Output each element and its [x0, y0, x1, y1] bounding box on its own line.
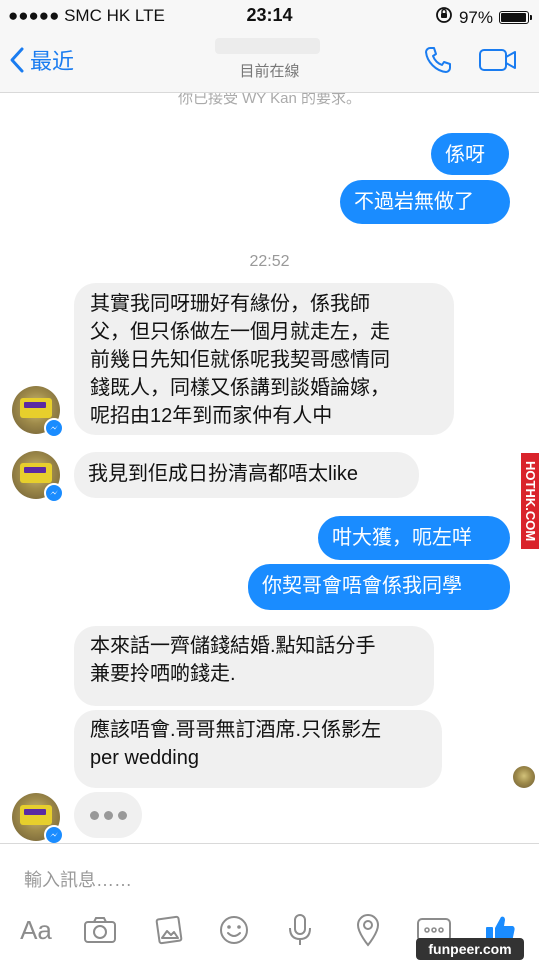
- message-line: 其實我同呀珊好有緣份，係我師: [90, 293, 370, 315]
- camera-icon: [84, 917, 116, 943]
- battery-icon: [499, 11, 532, 24]
- timestamp: 22:52: [249, 253, 290, 270]
- messenger-badge-icon: [44, 825, 64, 843]
- message-bubble[interactable]: 係呀: [431, 133, 509, 175]
- message-text: 你契哥會唔會係我同學: [262, 575, 462, 597]
- camera-button[interactable]: [80, 910, 120, 950]
- message-line: 前幾日先知佢就係呢我契哥感情同: [90, 349, 390, 371]
- footer-watermark: funpeer.com: [416, 938, 524, 960]
- message-bubble[interactable]: 我見到佢成日扮清高都唔太like: [74, 452, 419, 498]
- message-bubble[interactable]: 應該唔會.哥哥無訂酒席.只係影左 per wedding: [74, 710, 442, 788]
- message-line: 錢既人，同樣又係講到談婚論嫁，: [90, 377, 390, 399]
- microphone-icon: [289, 914, 311, 945]
- sticker-button[interactable]: [214, 910, 254, 950]
- message-line: 兼要拎哂啲錢走.: [90, 663, 236, 685]
- avatar[interactable]: [12, 451, 64, 503]
- message-text: 咁大獲，呃左咩: [332, 527, 472, 549]
- message-bubble[interactable]: 咁大獲，呃左咩: [318, 516, 510, 560]
- rotation-lock-icon: [435, 6, 453, 29]
- location-pin-icon: [356, 914, 380, 947]
- video-camera-icon: [479, 49, 516, 71]
- phone-call-button[interactable]: [422, 44, 454, 81]
- message-line: 應該唔會.哥哥無訂酒席.只係影左: [90, 719, 382, 741]
- status-right: 97%: [435, 6, 532, 29]
- smiley-icon: [220, 916, 248, 944]
- video-call-button[interactable]: [478, 46, 518, 79]
- messenger-badge-icon: [44, 483, 64, 503]
- avatar[interactable]: [12, 793, 64, 843]
- message-text: 我見到佢成日扮清高都唔太like: [88, 463, 359, 485]
- system-notice: 你已接受 WY Kan 的要求。: [177, 93, 362, 107]
- voice-button[interactable]: [280, 910, 320, 950]
- message-bubble[interactable]: 本來話一齊儲錢結婚.點知話分手 兼要拎哂啲錢走.: [74, 626, 434, 706]
- location-button[interactable]: [348, 910, 388, 950]
- conversation-header: 最近 目前在線: [0, 30, 539, 93]
- message-text: 係呀: [445, 144, 485, 166]
- contact-name-redacted[interactable]: [215, 38, 320, 54]
- message-line: 呢招由12年到而家仲有人中: [90, 405, 333, 427]
- message-line: 本來話一齊儲錢結婚.點知話分手: [90, 635, 376, 657]
- messenger-badge-icon: [44, 418, 64, 438]
- typing-indicator: [74, 792, 142, 838]
- message-bubble[interactable]: 你契哥會唔會係我同學: [248, 564, 510, 610]
- message-line: 父，但只係做左一個月就走左，走: [90, 321, 390, 343]
- message-bubble[interactable]: 其實我同呀珊好有緣份，係我師 父，但只係做左一個月就走左，走 前幾日先知佢就係呢…: [74, 283, 454, 435]
- gallery-button[interactable]: [148, 910, 188, 950]
- avatar[interactable]: [12, 386, 64, 438]
- battery-level: [501, 13, 527, 22]
- message-text: 不過岩無做了: [354, 191, 474, 213]
- site-watermark: HOTHK.COM: [521, 453, 539, 549]
- presence-status: 目前在線: [239, 63, 300, 80]
- status-bar: ●●●●● SMC HK LTE 23:14 97%: [0, 0, 539, 30]
- message-input[interactable]: 輸入訊息……: [24, 866, 132, 892]
- gallery-icon: [155, 915, 183, 945]
- text-style-button[interactable]: Aa: [14, 910, 58, 950]
- battery-percent: 97%: [458, 7, 493, 27]
- phone-icon: [425, 47, 451, 73]
- message-bubble[interactable]: 不過岩無做了: [340, 180, 510, 224]
- aa-icon: Aa: [20, 914, 52, 945]
- message-list[interactable]: 你已接受 WY Kan 的要求。 係呀 不過岩無做了 22:52 其實我同呀珊好…: [0, 93, 539, 843]
- message-line: per wedding: [90, 747, 199, 769]
- seen-receipt-avatar: [513, 766, 535, 788]
